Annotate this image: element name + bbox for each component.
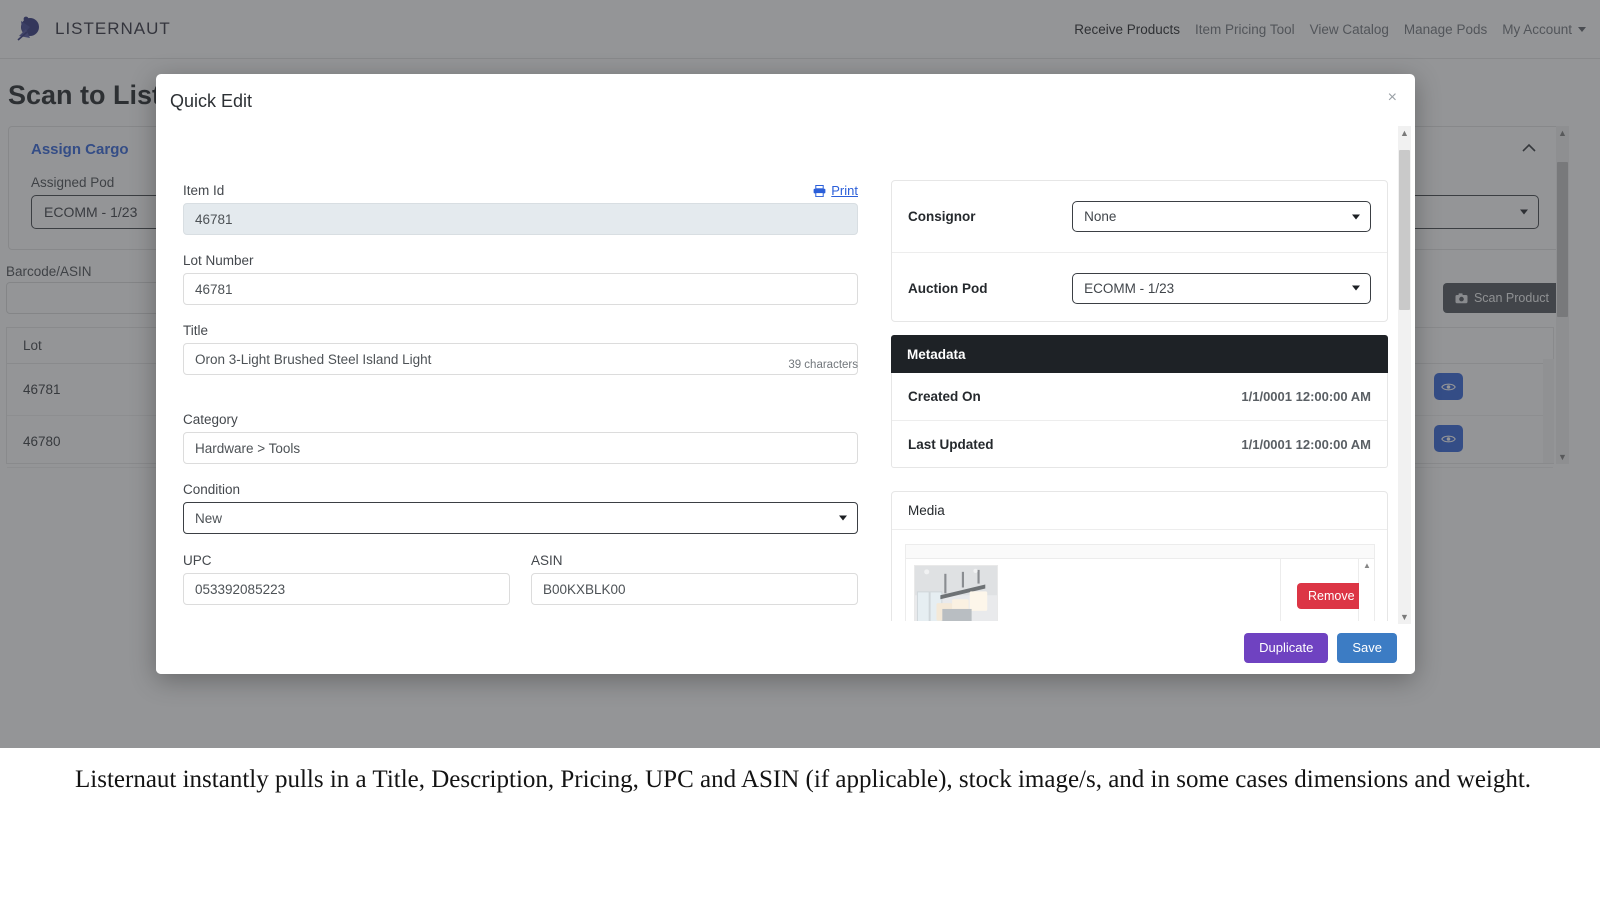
media-header: Media [892, 492, 1387, 530]
metadata-row: Created On 1/1/0001 12:00:00 AM [892, 373, 1387, 420]
metadata-panel: Metadata Created On 1/1/0001 12:00:00 AM… [891, 335, 1388, 468]
auction-pod-row: Auction Pod ECOMM - 1/23 [892, 252, 1387, 323]
upc-input[interactable]: 053392085223 [183, 573, 510, 605]
asin-input[interactable]: B00KXBLK00 [531, 573, 858, 605]
scroll-up-icon[interactable]: ▲ [1400, 128, 1409, 138]
asin-group: ASIN B00KXBLK00 [531, 553, 858, 605]
consignor-value: None [1084, 209, 1117, 224]
product-image-kitchen-island-light [915, 565, 997, 621]
close-icon[interactable]: × [1388, 90, 1397, 106]
lot-number-input[interactable]: 46781 [183, 273, 858, 305]
application-screenshot: LISTERNAUT Receive Products Item Pricing… [0, 0, 1600, 748]
remove-media-button[interactable]: Remove [1297, 583, 1366, 609]
item-id-value: 46781 [195, 211, 233, 227]
lot-number-label: Lot Number [183, 253, 254, 268]
modal-left-column: Item Id Print 46781 Lot Number 46781 Tit… [183, 128, 886, 621]
slide-caption: Listernaut instantly pulls in a Title, D… [75, 766, 1532, 793]
chevron-down-icon [1352, 214, 1360, 219]
title-group: Title Oron 3-Light Brushed Steel Island … [183, 323, 858, 375]
upc-label: UPC [183, 553, 212, 568]
print-link[interactable]: Print [813, 183, 858, 198]
category-input[interactable]: Hardware > Tools [183, 432, 858, 464]
media-panel: Media Remove ▲ [891, 491, 1388, 621]
auction-pod-value: ECOMM - 1/23 [1084, 280, 1175, 296]
duplicate-button[interactable]: Duplicate [1244, 632, 1329, 663]
item-id-group: Item Id Print 46781 [183, 183, 858, 235]
media-row: Remove ▲ ▼ [906, 559, 1374, 621]
category-group: Category Hardware > Tools [183, 412, 858, 464]
title-character-count: 39 characters [788, 359, 858, 371]
upc-group: UPC 053392085223 [183, 553, 510, 605]
item-id-label: Item Id [183, 183, 225, 198]
media-column-divider [1280, 559, 1281, 621]
title-input[interactable]: Oron 3-Light Brushed Steel Island Light [183, 343, 858, 375]
lot-number-value: 46781 [195, 281, 233, 297]
media-list-scrollbar[interactable]: ▲ ▼ [1359, 559, 1374, 621]
scroll-down-icon[interactable]: ▼ [1400, 612, 1409, 622]
created-on-value: 1/1/0001 12:00:00 AM [1241, 389, 1371, 404]
auction-pod-select[interactable]: ECOMM - 1/23 [1072, 272, 1371, 304]
category-label: Category [183, 412, 238, 427]
media-table-header [906, 545, 1374, 559]
consignor-label: Consignor [908, 209, 976, 224]
save-button[interactable]: Save [1337, 632, 1397, 663]
modal-body: Item Id Print 46781 Lot Number 46781 Tit… [156, 128, 1415, 621]
condition-label: Condition [183, 482, 241, 497]
category-value: Hardware > Tools [195, 440, 301, 456]
modal-right-column: Consignor None Auction Pod ECOMM - 1/23 [891, 128, 1391, 621]
assignment-panel: Consignor None Auction Pod ECOMM - 1/23 [891, 180, 1388, 322]
condition-select[interactable]: New [183, 502, 858, 534]
media-table: Remove ▲ ▼ [905, 544, 1375, 621]
modal-scrollbar-thumb[interactable] [1399, 150, 1410, 310]
consignor-row: Consignor None [892, 181, 1387, 252]
quick-edit-modal: Quick Edit × Item Id Print 46781 Lot Num… [156, 74, 1415, 674]
chevron-down-icon [1352, 285, 1360, 291]
created-on-label: Created On [908, 389, 981, 404]
condition-group: Condition New [183, 482, 858, 534]
modal-header: Quick Edit × [156, 74, 1415, 128]
last-updated-label: Last Updated [908, 436, 994, 452]
printer-icon [813, 184, 826, 197]
lot-number-group: Lot Number 46781 [183, 253, 858, 305]
print-label: Print [831, 183, 858, 198]
modal-footer: Duplicate Save [156, 621, 1415, 674]
upc-value: 053392085223 [195, 581, 286, 597]
scroll-up-icon[interactable]: ▲ [1363, 561, 1371, 570]
condition-value: New [195, 510, 223, 526]
last-updated-value: 1/1/0001 12:00:00 AM [1241, 436, 1371, 452]
consignor-select[interactable]: None [1072, 201, 1371, 232]
chevron-down-icon [839, 515, 847, 521]
metadata-row: Last Updated 1/1/0001 12:00:00 AM [892, 420, 1387, 467]
title-label: Title [183, 323, 209, 338]
item-id-input[interactable]: 46781 [183, 203, 858, 235]
media-thumbnail[interactable] [914, 564, 998, 621]
asin-value: B00KXBLK00 [543, 581, 626, 597]
asin-label: ASIN [531, 553, 563, 568]
metadata-header: Metadata [891, 335, 1388, 373]
title-value: Oron 3-Light Brushed Steel Island Light [195, 351, 432, 367]
auction-pod-label: Auction Pod [908, 280, 988, 296]
modal-title: Quick Edit [170, 90, 253, 111]
